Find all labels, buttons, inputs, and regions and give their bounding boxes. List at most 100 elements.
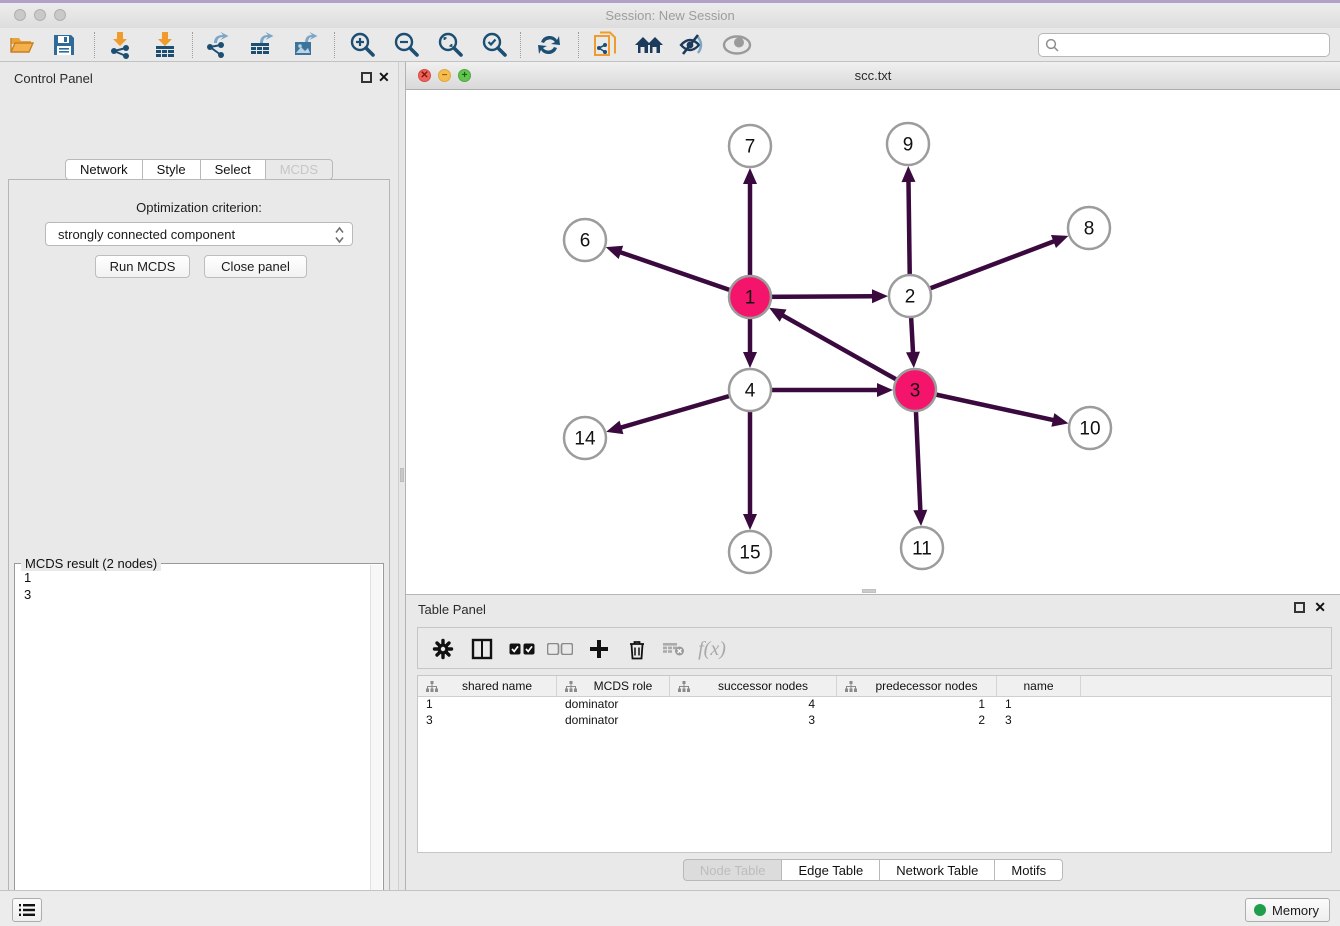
deselect-all-checks-icon[interactable] <box>545 634 575 664</box>
mcds-result-list: 1 3 <box>24 569 31 603</box>
app-titlebar: Session: New Session <box>0 3 1340 28</box>
network-maximize-button[interactable]: + <box>458 69 471 82</box>
edge-2-8[interactable] <box>910 241 1054 296</box>
divider-grip[interactable] <box>400 468 404 482</box>
cell-mcds-role[interactable]: dominator <box>557 713 670 729</box>
table-panel: Table Panel ✕ f(x) shared nameMCDS roles… <box>406 594 1340 890</box>
toolbar-separator <box>334 32 335 58</box>
control-panel: Control Panel ✕ NetworkStyleSelectMCDS O… <box>0 62 398 890</box>
zoom-selected-icon[interactable] <box>478 29 510 61</box>
save-session-icon[interactable] <box>48 29 80 61</box>
column-type-icon <box>426 681 438 692</box>
network-close-button[interactable]: ✕ <box>418 69 431 82</box>
network-graph-canvas[interactable]: 7968124314101511 <box>406 90 1340 594</box>
cell-successor-nodes[interactable]: 4 <box>670 697 837 713</box>
column-header-predecessor-nodes[interactable]: predecessor nodes <box>837 676 997 696</box>
zoom-in-icon[interactable] <box>346 29 378 61</box>
table-tab-node-table[interactable]: Node Table <box>683 859 783 881</box>
search-box <box>1038 33 1330 57</box>
network-minimize-button[interactable]: − <box>438 69 451 82</box>
run-mcds-button[interactable]: Run MCDS <box>95 255 190 278</box>
tab-style[interactable]: Style <box>143 159 201 180</box>
toolbar-separator <box>192 32 193 58</box>
network-window-titlebar[interactable]: ✕ − + scc.txt <box>406 62 1340 90</box>
show-column-icon[interactable] <box>467 634 497 664</box>
float-panel-icon[interactable] <box>1294 602 1305 613</box>
table-tab-motifs[interactable]: Motifs <box>995 859 1063 881</box>
result-scrollbar[interactable] <box>370 565 382 926</box>
export-table-icon[interactable] <box>246 29 278 61</box>
table-tab-network-table[interactable]: Network Table <box>880 859 995 881</box>
network-title: scc.txt <box>406 62 1340 89</box>
panel-divider-vertical[interactable] <box>398 62 406 890</box>
close-panel-icon[interactable]: ✕ <box>378 70 390 84</box>
select-all-checks-icon[interactable] <box>507 634 537 664</box>
tab-select[interactable]: Select <box>201 159 266 180</box>
node-label-11: 11 <box>912 539 932 560</box>
memory-button[interactable]: Memory <box>1245 898 1330 922</box>
delete-column-trash-icon[interactable] <box>622 634 652 664</box>
divider-grip-horizontal[interactable] <box>862 589 876 593</box>
close-panel-button[interactable]: Close panel <box>204 255 307 278</box>
list-icon <box>19 903 35 917</box>
cell-shared-name[interactable]: 3 <box>418 713 557 729</box>
table-toolbar: f(x) <box>417 627 1332 669</box>
mcds-result-title: MCDS result (2 nodes) <box>21 556 161 571</box>
table-panel-title: Table Panel <box>418 602 486 617</box>
table-row[interactable]: 1dominator411 <box>418 697 1331 713</box>
node-label-9: 9 <box>903 135 914 156</box>
search-input[interactable] <box>1063 35 1329 55</box>
cell-successor-nodes[interactable]: 3 <box>670 713 837 729</box>
export-network-icon[interactable] <box>202 29 234 61</box>
tab-mcds[interactable]: MCDS <box>266 159 333 180</box>
window-zoom-button[interactable] <box>54 9 66 21</box>
import-network-icon[interactable] <box>104 29 136 61</box>
search-icon <box>1045 38 1059 52</box>
cell-name[interactable]: 3 <box>997 713 1081 729</box>
column-header-mcds-role[interactable]: MCDS role <box>557 676 670 696</box>
table-tab-edge-table[interactable]: Edge Table <box>782 859 880 881</box>
float-panel-icon[interactable] <box>361 72 372 83</box>
cell-predecessor-nodes[interactable]: 1 <box>837 697 997 713</box>
cell-shared-name[interactable]: 1 <box>418 697 557 713</box>
delete-table-icon[interactable] <box>659 634 689 664</box>
column-header-shared-name[interactable]: shared name <box>418 676 557 696</box>
table-body: 1dominator4113dominator323 <box>418 697 1331 729</box>
zoom-out-icon[interactable] <box>390 29 422 61</box>
add-column-icon[interactable] <box>584 634 614 664</box>
tab-network[interactable]: Network <box>65 159 143 180</box>
zoom-fit-icon[interactable] <box>434 29 466 61</box>
export-image-icon[interactable] <box>290 29 322 61</box>
edge-3-1[interactable] <box>782 315 915 390</box>
hide-graphics-details-icon[interactable] <box>676 29 708 61</box>
memory-status-dot <box>1254 904 1266 916</box>
chevron-up-down-icon <box>335 226 344 244</box>
node-label-7: 7 <box>745 137 756 158</box>
cell-predecessor-nodes[interactable]: 2 <box>837 713 997 729</box>
control-panel-title: Control Panel <box>14 71 93 86</box>
table-header-row: shared nameMCDS rolesuccessor nodesprede… <box>418 676 1331 697</box>
home-layout-icon[interactable] <box>633 29 665 61</box>
task-history-button[interactable] <box>12 898 42 922</box>
node-label-6: 6 <box>580 231 591 252</box>
import-table-icon[interactable] <box>149 29 181 61</box>
column-header-name[interactable]: name <box>997 676 1081 696</box>
mcds-panel: Optimization criterion: strongly connect… <box>8 179 390 926</box>
open-folder-icon[interactable] <box>6 29 38 61</box>
show-eye-icon[interactable] <box>721 29 753 61</box>
function-builder-icon[interactable]: f(x) <box>697 634 727 664</box>
table-row[interactable]: 3dominator323 <box>418 713 1331 729</box>
criterion-select[interactable]: strongly connected component <box>45 222 353 246</box>
clone-network-icon[interactable] <box>589 29 621 61</box>
cell-name[interactable]: 1 <box>997 697 1081 713</box>
column-header-successor-nodes[interactable]: successor nodes <box>670 676 837 696</box>
refresh-layout-icon[interactable] <box>533 29 565 61</box>
column-settings-gear-icon[interactable] <box>428 634 458 664</box>
cell-mcds-role[interactable]: dominator <box>557 697 670 713</box>
close-panel-icon[interactable]: ✕ <box>1314 600 1326 614</box>
toolbar-separator <box>520 32 521 58</box>
node-label-14: 14 <box>574 429 596 450</box>
window-close-button[interactable] <box>14 9 26 21</box>
window-minimize-button[interactable] <box>34 9 46 21</box>
table-panel-tabs: Node TableEdge TableNetwork TableMotifs <box>406 859 1340 881</box>
